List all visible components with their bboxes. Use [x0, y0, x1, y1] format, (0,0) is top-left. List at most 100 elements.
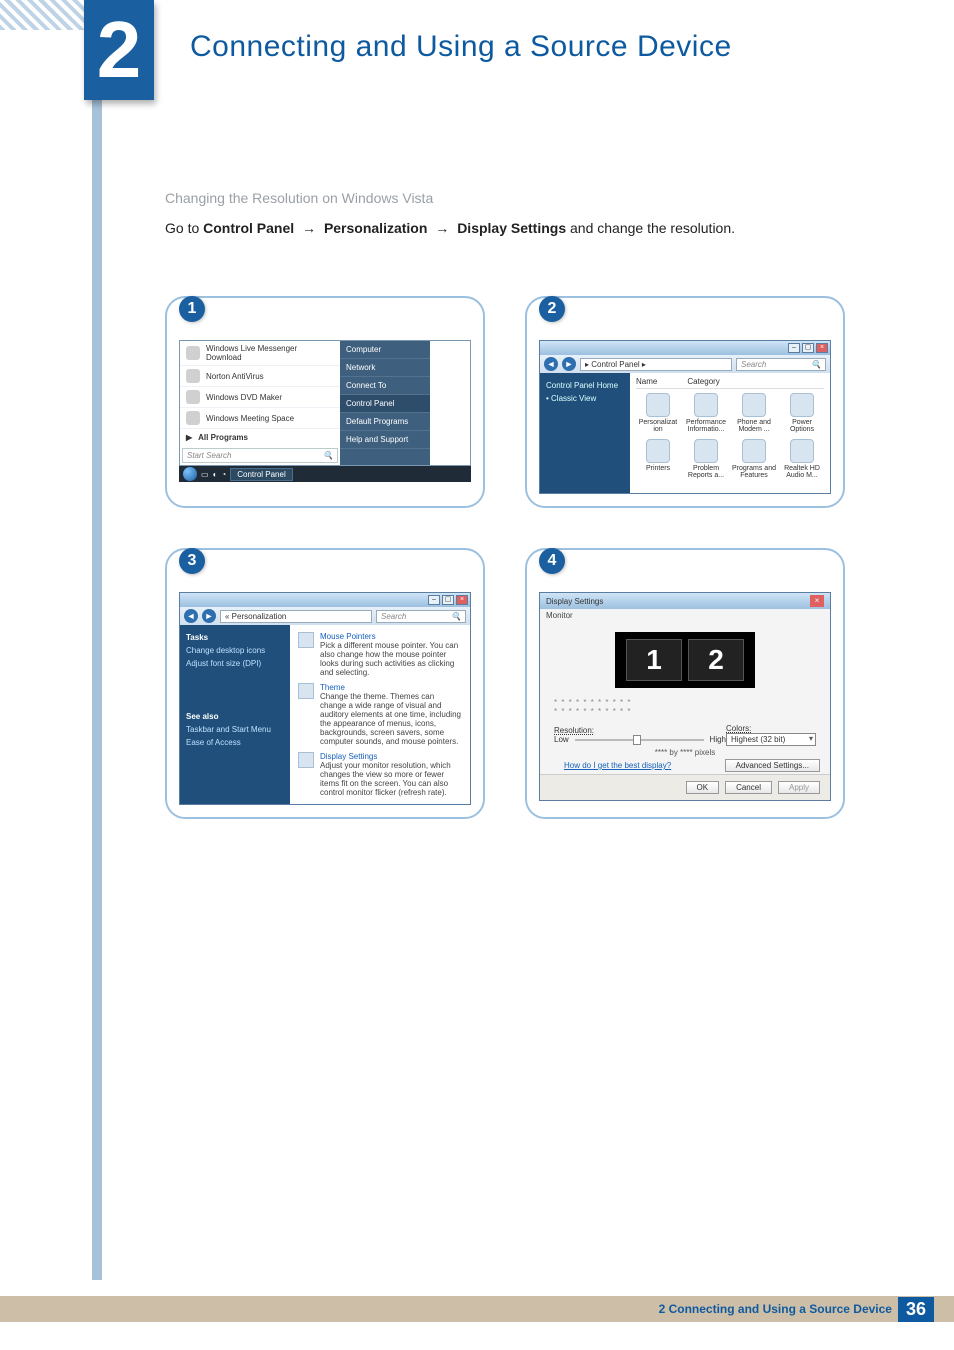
- cp-item[interactable]: Phone and Modem ...: [732, 393, 776, 433]
- minimize-icon[interactable]: –: [428, 595, 440, 605]
- resolution-readout: **** by **** pixels: [540, 748, 830, 757]
- left-rail: [92, 0, 102, 1280]
- task-link[interactable]: Change desktop icons: [186, 644, 284, 657]
- explorer-nav: ◄ ► « Personalization Search 🔍: [180, 607, 470, 625]
- cp-item[interactable]: Printers: [636, 439, 680, 479]
- breadcrumb[interactable]: « Personalization: [220, 610, 372, 623]
- start-orb-icon[interactable]: [183, 467, 197, 481]
- close-icon[interactable]: ×: [456, 595, 468, 605]
- cp-item-icon: [694, 393, 718, 417]
- dialog-titlebar: Display Settings ×: [540, 593, 830, 609]
- cp-classic-view-link[interactable]: Classic View: [546, 392, 624, 405]
- arrow-icon: →: [431, 220, 453, 236]
- pz-item-desc: Change the theme. Themes can change a wi…: [320, 692, 462, 746]
- task-link[interactable]: Adjust font size (DPI): [186, 657, 284, 670]
- minimize-icon[interactable]: –: [788, 343, 800, 353]
- search-input[interactable]: Search 🔍: [736, 358, 826, 371]
- cp-item[interactable]: Programs and Features: [732, 439, 776, 479]
- mouse-icon: [298, 632, 314, 648]
- search-placeholder: Search: [381, 612, 406, 621]
- path-2: Display Settings: [457, 220, 566, 236]
- cp-home-link[interactable]: Control Panel Home: [546, 379, 624, 392]
- window-titlebar: – ▢ ×: [540, 341, 830, 355]
- goto-instruction: Go to Control Panel → Personalization → …: [165, 220, 865, 236]
- sm-label: Windows DVD Maker: [206, 393, 282, 402]
- footer-right: 2 Connecting and Using a Source Device 3…: [659, 1296, 934, 1322]
- step-panel-2: 2 – ▢ × ◄ ► ▸ Control Panel ▸ Search 🔍: [525, 296, 845, 508]
- quicklaunch-icon[interactable]: ◐: [213, 470, 218, 479]
- search-input[interactable]: Search 🔍: [376, 610, 466, 623]
- goto-suffix: and change the resolution.: [570, 220, 735, 236]
- cp-item[interactable]: Power Options: [780, 393, 824, 433]
- sm-item[interactable]: Windows Meeting Space: [180, 408, 340, 429]
- ok-button[interactable]: OK: [686, 781, 720, 794]
- nav-forward-icon[interactable]: ►: [202, 609, 216, 623]
- monitor-name-masked: * * * * * * * * * * *: [540, 707, 830, 716]
- step-badge-4: 4: [539, 548, 565, 574]
- cp-item[interactable]: Performance Informatio...: [684, 393, 728, 433]
- nav-back-icon[interactable]: ◄: [184, 609, 198, 623]
- pz-item[interactable]: Theme Change the theme. Themes can chang…: [298, 680, 462, 749]
- maximize-icon[interactable]: ▢: [802, 343, 814, 353]
- chapter-number-badge: 2: [84, 0, 154, 100]
- nav-forward-icon[interactable]: ►: [562, 357, 576, 371]
- search-icon: 🔍: [451, 612, 461, 621]
- cp-item-label: Realtek HD Audio M...: [780, 465, 824, 479]
- pz-item-title: Mouse Pointers: [320, 632, 462, 641]
- col-name[interactable]: Name: [636, 377, 657, 386]
- cp-item[interactable]: Problem Reports a...: [684, 439, 728, 479]
- monitor-1[interactable]: 1: [626, 639, 682, 681]
- sm-right-item[interactable]: Computer: [340, 341, 430, 359]
- cp-item-label: Performance Informatio...: [684, 419, 728, 433]
- sm-right-item[interactable]: Help and Support: [340, 431, 430, 449]
- step-badge-1: 1: [179, 296, 205, 322]
- pz-item-title: Display Settings: [320, 752, 462, 761]
- close-icon[interactable]: ×: [810, 595, 824, 607]
- start-search-input[interactable]: Start Search 🔍: [182, 448, 338, 463]
- cp-item-icon: [742, 393, 766, 417]
- col-category[interactable]: Category: [687, 377, 719, 386]
- quicklaunch-icon[interactable]: ▭: [201, 470, 209, 479]
- sm-right-item[interactable]: Network: [340, 359, 430, 377]
- advanced-settings-button[interactable]: Advanced Settings...: [725, 759, 820, 772]
- seealso-link[interactable]: Taskbar and Start Menu: [186, 723, 284, 736]
- sm-item[interactable]: Norton AntiVirus: [180, 366, 340, 387]
- cp-grid: Personalizat ion Performance Informatio.…: [636, 393, 824, 479]
- app-icon: [186, 390, 200, 404]
- arrow-icon: →: [298, 220, 320, 236]
- pz-main-pane: Mouse Pointers Pick a different mouse po…: [290, 625, 470, 804]
- taskbar-task[interactable]: Control Panel: [230, 468, 292, 481]
- resolution-slider[interactable]: [575, 737, 704, 743]
- sm-right-item-control-panel[interactable]: Control Panel: [340, 395, 430, 413]
- best-display-link[interactable]: How do I get the best display?: [550, 757, 685, 774]
- pz-item-desc: Adjust your monitor resolution, which ch…: [320, 761, 462, 797]
- quicklaunch-icon[interactable]: ◔: [221, 470, 226, 479]
- apply-button[interactable]: Apply: [778, 781, 820, 794]
- cp-main-pane: Name Category Personalizat ion Performan…: [630, 373, 830, 493]
- nav-back-icon[interactable]: ◄: [544, 357, 558, 371]
- colors-dropdown[interactable]: Highest (32 bit): [726, 733, 816, 746]
- all-programs[interactable]: ▶All Programs: [180, 429, 340, 446]
- sm-item[interactable]: Windows DVD Maker: [180, 387, 340, 408]
- display-icon: [298, 752, 314, 768]
- seealso-link[interactable]: Ease of Access: [186, 736, 284, 749]
- cp-side-pane: Control Panel Home Classic View: [540, 373, 630, 493]
- pz-item-title: Theme: [320, 683, 462, 692]
- app-icon: [186, 411, 200, 425]
- cp-item[interactable]: Realtek HD Audio M...: [780, 439, 824, 479]
- sm-right-item[interactable]: Connect To: [340, 377, 430, 395]
- search-icon: 🔍: [811, 360, 821, 369]
- breadcrumb[interactable]: ▸ Control Panel ▸: [580, 358, 732, 371]
- monitor-2[interactable]: 2: [688, 639, 744, 681]
- maximize-icon[interactable]: ▢: [442, 595, 454, 605]
- pz-item[interactable]: Mouse Pointers Pick a different mouse po…: [298, 629, 462, 680]
- cp-item[interactable]: Personalizat ion: [636, 393, 680, 433]
- dialog-tab[interactable]: Monitor: [540, 609, 830, 622]
- app-icon: [186, 369, 200, 383]
- sm-right-item[interactable]: Default Programs: [340, 413, 430, 431]
- cp-item-label: Personalizat ion: [636, 419, 680, 433]
- sm-item[interactable]: Windows Live Messenger Download: [180, 341, 340, 366]
- cancel-button[interactable]: Cancel: [725, 781, 772, 794]
- close-icon[interactable]: ×: [816, 343, 828, 353]
- pz-item-display-settings[interactable]: Display Settings Adjust your monitor res…: [298, 749, 462, 800]
